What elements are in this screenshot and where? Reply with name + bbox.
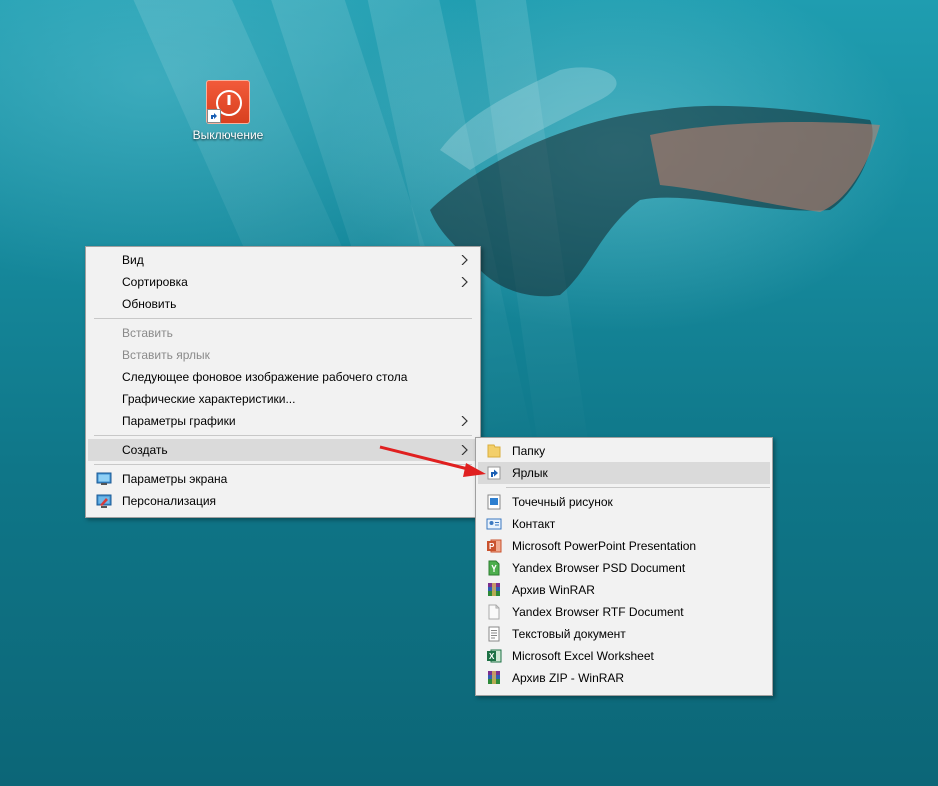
desktop-icon-label: Выключение [192, 128, 264, 142]
svg-text:X: X [489, 652, 495, 661]
submenu-item-label: Ярлык [512, 466, 548, 480]
submenu-item-folder[interactable]: Папку [478, 440, 770, 462]
submenu-item-label: Папку [512, 444, 546, 458]
submenu-item-label: Архив ZIP - WinRAR [512, 671, 625, 685]
chevron-right-icon [461, 277, 468, 287]
menu-item-sort[interactable]: Сортировка [88, 271, 478, 293]
menu-item-refresh[interactable]: Обновить [88, 293, 478, 315]
menu-item-label: Персонализация [122, 494, 217, 508]
submenu-item-label: Yandex Browser PSD Document [512, 561, 686, 575]
yandex-psd-icon [488, 560, 500, 576]
submenu-item-bitmap[interactable]: Точечный рисунок [478, 491, 770, 513]
svg-text:P: P [489, 542, 495, 551]
menu-item-view[interactable]: Вид [88, 249, 478, 271]
menu-item-graphics-properties[interactable]: Графические характеристики... [88, 388, 478, 410]
chevron-right-icon [461, 445, 468, 455]
shortcut-arrow-icon [207, 109, 221, 123]
submenu-item-yandex-rtf[interactable]: Yandex Browser RTF Document [478, 601, 770, 623]
text-document-icon [488, 626, 500, 642]
submenu-item-label: Microsoft Excel Worksheet [512, 649, 654, 663]
submenu-item-label: Microsoft PowerPoint Presentation [512, 539, 697, 553]
rtf-document-icon [488, 604, 500, 620]
desktop-shortcut-shutdown[interactable]: Выключение [186, 80, 270, 142]
submenu-item-contact[interactable]: Контакт [478, 513, 770, 535]
submenu-item-label: Yandex Browser RTF Document [512, 605, 684, 619]
submenu-item-powerpoint[interactable]: P Microsoft PowerPoint Presentation [478, 535, 770, 557]
menu-item-graphics-options[interactable]: Параметры графики [88, 410, 478, 432]
submenu-item-winrar[interactable]: Архив WinRAR [478, 579, 770, 601]
menu-item-label: Графические характеристики... [122, 392, 296, 406]
zip-archive-icon [488, 671, 500, 684]
desktop-context-menu: Вид Сортировка Обновить Вставить Вставит… [85, 246, 481, 518]
submenu-item-zip[interactable]: Архив ZIP - WinRAR [478, 667, 770, 689]
menu-item-label: Вид [122, 253, 144, 267]
submenu-item-yandex-psd[interactable]: Yandex Browser PSD Document [478, 557, 770, 579]
submenu-item-label: Архив WinRAR [512, 583, 595, 597]
menu-separator [94, 318, 472, 319]
menu-item-label: Обновить [122, 297, 177, 311]
menu-item-next-background[interactable]: Следующее фоновое изображение рабочего с… [88, 366, 478, 388]
powerpoint-icon: P [487, 539, 502, 553]
submenu-item-excel[interactable]: X Microsoft Excel Worksheet [478, 645, 770, 667]
new-submenu: Папку Ярлык Точечный рисунок Контакт P M… [475, 437, 773, 696]
folder-icon [487, 444, 501, 458]
menu-item-label: Параметры экрана [122, 472, 228, 486]
menu-separator [94, 435, 472, 436]
bitmap-icon [487, 494, 501, 510]
menu-item-label: Следующее фоновое изображение рабочего с… [122, 370, 408, 384]
menu-item-label: Вставить [122, 326, 173, 340]
excel-icon: X [487, 649, 502, 663]
menu-item-paste: Вставить [88, 322, 478, 344]
menu-item-new[interactable]: Создать [88, 439, 478, 461]
menu-item-label: Параметры графики [122, 414, 236, 428]
display-settings-icon [96, 472, 112, 485]
chevron-right-icon [461, 416, 468, 426]
submenu-item-shortcut[interactable]: Ярлык [478, 462, 770, 484]
menu-item-paste-shortcut: Вставить ярлык [88, 344, 478, 366]
submenu-item-label: Контакт [512, 517, 556, 531]
submenu-item-label: Точечный рисунок [512, 495, 613, 509]
menu-item-display-settings[interactable]: Параметры экрана [88, 468, 478, 490]
submenu-item-label: Текстовый документ [512, 627, 626, 641]
chevron-right-icon [461, 255, 468, 265]
winrar-icon [488, 583, 500, 596]
submenu-item-text-document[interactable]: Текстовый документ [478, 623, 770, 645]
shortcut-icon [487, 466, 501, 480]
personalize-icon [96, 494, 112, 508]
menu-item-personalize[interactable]: Персонализация [88, 490, 478, 512]
menu-item-label: Вставить ярлык [122, 348, 210, 362]
contact-icon [486, 518, 502, 530]
menu-separator [94, 464, 472, 465]
menu-item-label: Сортировка [122, 275, 188, 289]
menu-separator [506, 487, 770, 488]
menu-item-label: Создать [122, 443, 168, 457]
power-shortcut-icon [206, 80, 250, 124]
